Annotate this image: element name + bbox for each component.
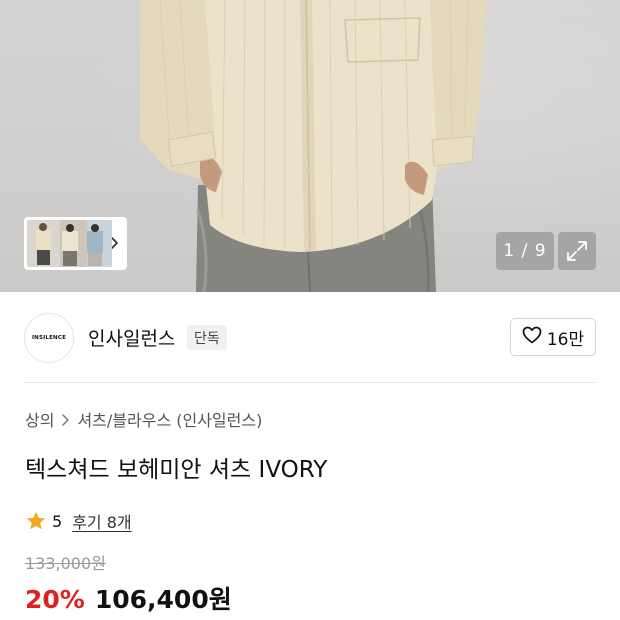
breadcrumb-item-subcategory[interactable]: 셔츠/블라우스 (인사일런스): [77, 407, 262, 431]
thumbnail-1[interactable]: [27, 220, 60, 267]
exclusive-badge: 단독: [187, 325, 227, 350]
chevron-right-icon: [61, 412, 70, 426]
product-title: 텍스쳐드 보헤미안 셔츠 IVORY: [25, 457, 328, 483]
rating-row: 5 후기 8개: [25, 509, 132, 533]
original-price: 133,000원: [25, 554, 106, 573]
sale-price: 106,400원: [94, 585, 232, 614]
product-image-gallery[interactable]: 1 / 9: [0, 0, 620, 292]
image-counter: 1 / 9: [496, 232, 554, 270]
brand-logo[interactable]: INSILENCE: [24, 313, 74, 363]
divider: [24, 382, 596, 383]
rating-score: 5: [52, 511, 63, 531]
brand-logo-text: INSILENCE: [31, 335, 67, 341]
thumbnail-strip[interactable]: [24, 217, 127, 270]
like-button[interactable]: 16만: [510, 318, 596, 356]
sale-price-row: 20% 106,400원: [25, 580, 232, 616]
brand-name[interactable]: 인사일런스: [88, 324, 175, 351]
brand-row: INSILENCE 인사일런스 단독 16만: [0, 292, 620, 382]
star-icon: [25, 510, 47, 532]
breadcrumb: 상의 셔츠/블라우스 (인사일런스): [25, 407, 262, 431]
like-count: 16만: [546, 329, 585, 350]
heart-outline-icon: [522, 326, 542, 349]
expand-icon[interactable]: [558, 232, 596, 270]
discount-rate: 20%: [25, 585, 85, 614]
review-link[interactable]: 후기 8개: [72, 509, 131, 533]
breadcrumb-item-category[interactable]: 상의: [25, 407, 54, 431]
